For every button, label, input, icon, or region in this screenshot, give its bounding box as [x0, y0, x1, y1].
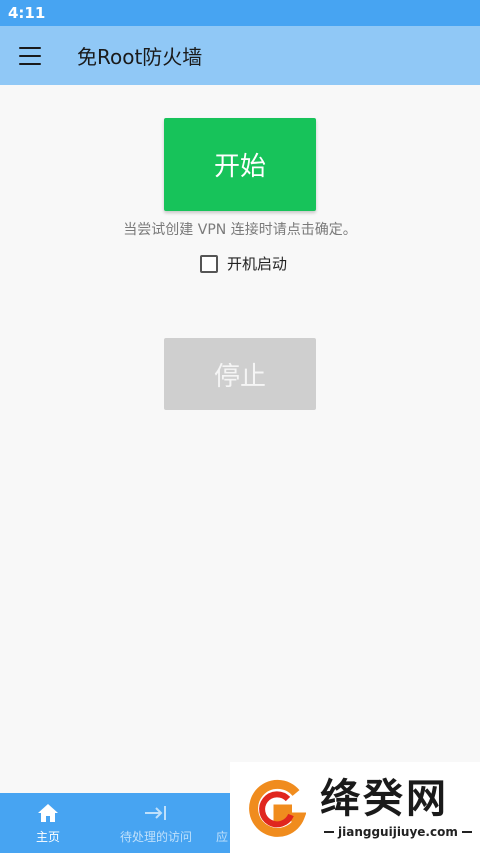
status-bar: 4:11	[0, 0, 480, 26]
watermark-title: 绛癸网	[320, 774, 449, 822]
status-time: 4:11	[8, 4, 46, 22]
main-content: 开始 当尝试创建 VPN 连接时请点击确定。 开机启动 停止	[0, 85, 480, 793]
watermark-url: jiangguijiuye.com	[320, 825, 476, 839]
start-button[interactable]: 开始	[164, 118, 316, 211]
nav-label-apps: 应	[216, 830, 229, 844]
stop-button[interactable]: 停止	[164, 338, 316, 410]
nav-label-home: 主页	[35, 830, 60, 844]
watermark-url-text: jiangguijiuye.com	[338, 824, 458, 839]
watermark-emblem-icon	[248, 779, 307, 837]
vpn-hint-text: 当尝试创建 VPN 连接时请点击确定。	[123, 222, 357, 238]
autostart-label: 开机启动	[227, 255, 288, 273]
home-icon	[37, 801, 59, 825]
nav-item-home[interactable]: 主页	[0, 793, 96, 853]
nav-label-pending-access: 待处理的访问	[119, 830, 192, 844]
app-bar: 免Root防火墙	[0, 26, 480, 85]
nav-item-pending-access[interactable]: 待处理的访问	[96, 793, 216, 853]
autostart-checkbox[interactable]	[200, 254, 218, 273]
watermark-logo: 绛癸网 jiangguijiuye.com	[230, 762, 480, 853]
app-title: 免Root防火墙	[77, 45, 203, 69]
arrow-to-bar-icon	[144, 801, 168, 825]
autostart-checkbox-row[interactable]: 开机启动	[200, 253, 287, 274]
hamburger-menu-icon[interactable]	[19, 46, 41, 65]
